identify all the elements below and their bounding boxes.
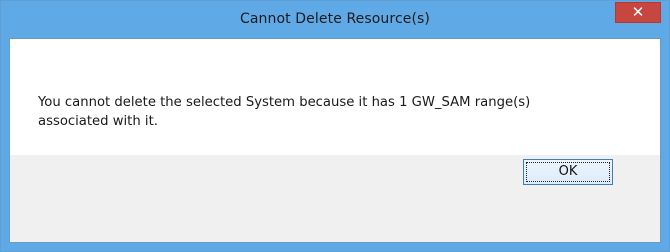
title-bar[interactable]: Cannot Delete Resource(s) ✕: [1, 1, 669, 38]
message-line-2: associated with it.: [38, 114, 158, 129]
error-message: You cannot delete the selected System be…: [38, 93, 638, 131]
close-button[interactable]: ✕: [615, 2, 661, 23]
close-icon: ✕: [631, 3, 645, 21]
dialog-body: You cannot delete the selected System be…: [9, 38, 661, 243]
dialog-window: Cannot Delete Resource(s) ✕ You cannot d…: [0, 0, 670, 252]
dialog-title: Cannot Delete Resource(s): [240, 11, 430, 27]
ok-button-label: OK: [558, 164, 578, 179]
ok-button[interactable]: OK: [523, 159, 613, 185]
message-area: You cannot delete the selected System be…: [10, 39, 660, 155]
message-line-1: You cannot delete the selected System be…: [38, 95, 531, 110]
